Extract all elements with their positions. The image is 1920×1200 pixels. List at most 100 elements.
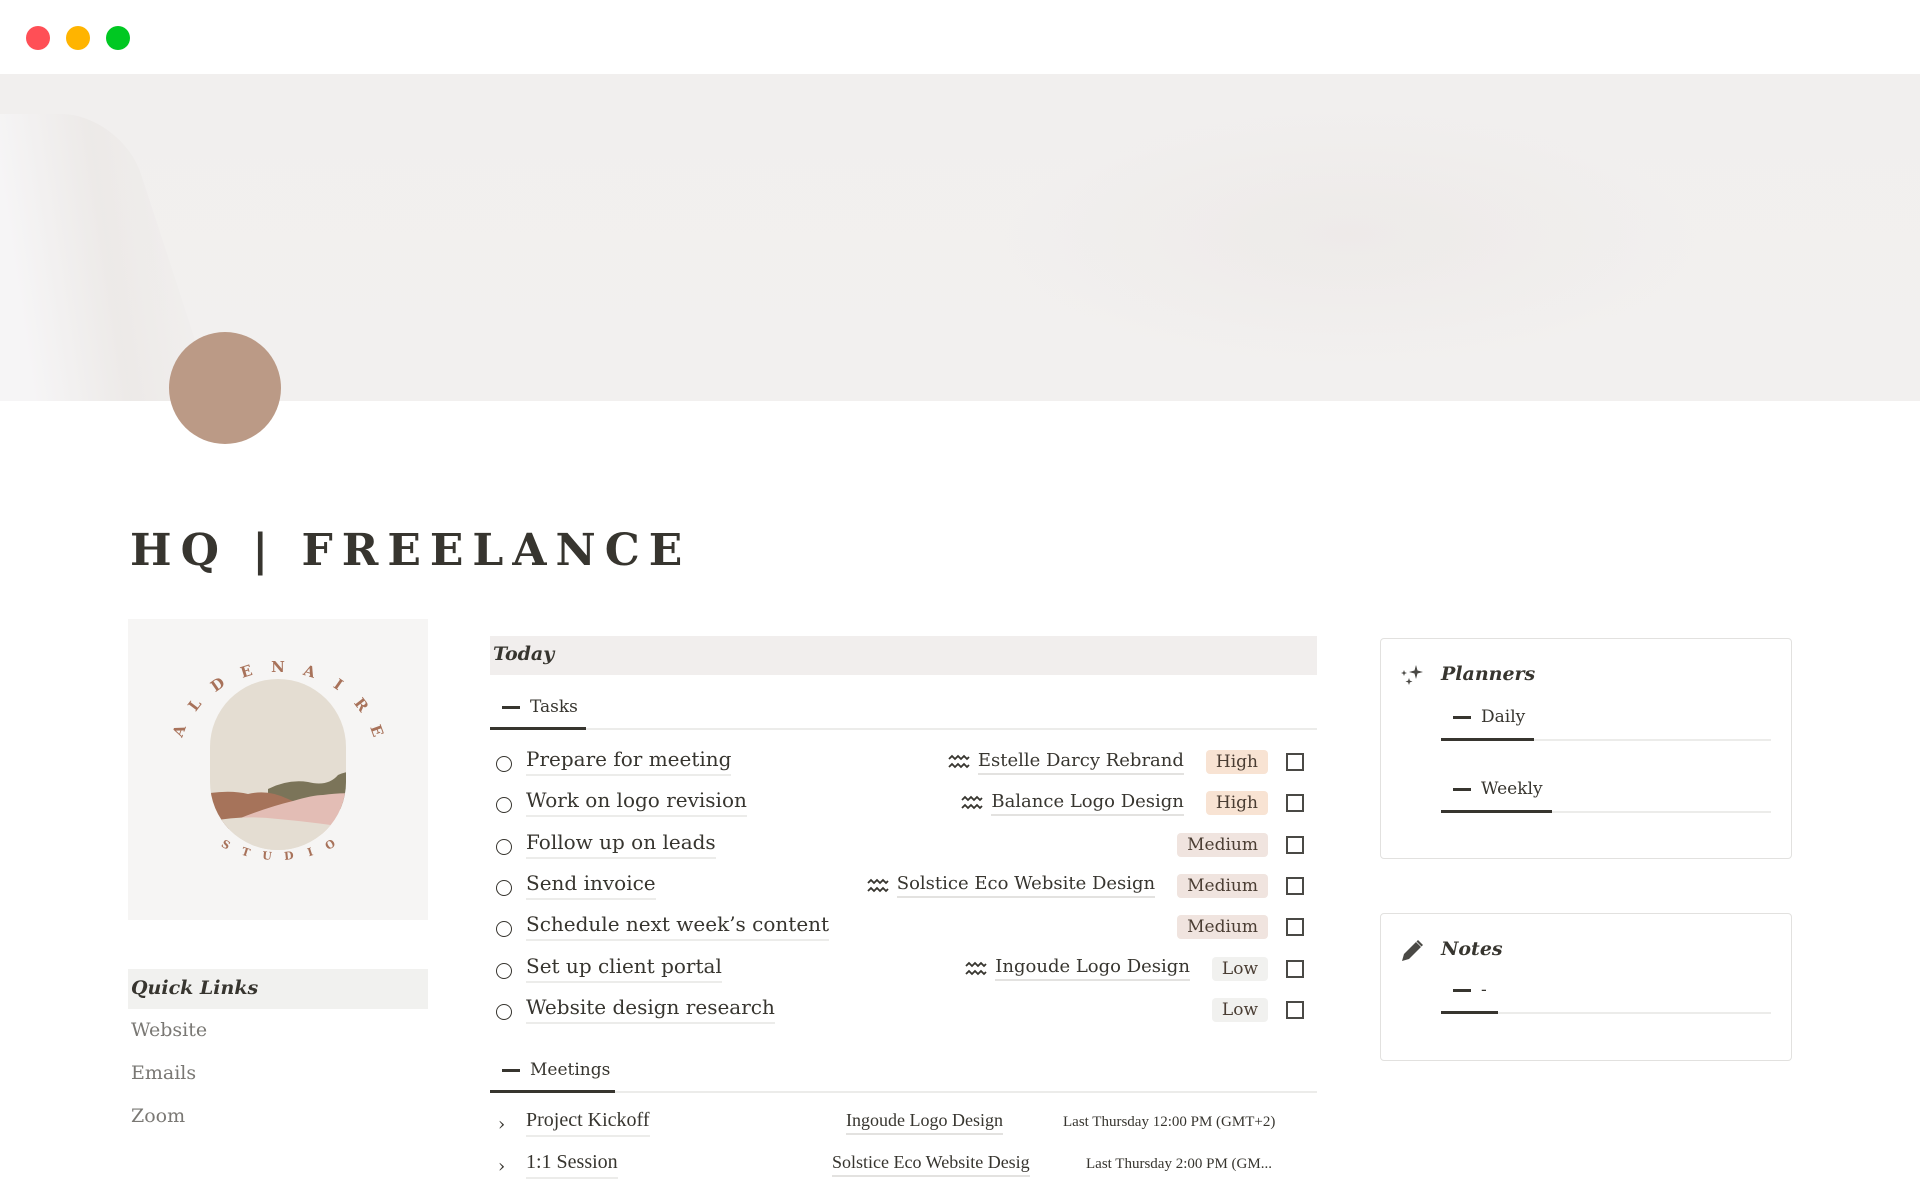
task-row[interactable]: Follow up on leads Medium [490,825,1317,865]
task-row[interactable]: Work on logo revision Balance Logo Design… [490,783,1317,823]
priority-badge: Medium [1177,915,1268,940]
meeting-row[interactable]: › Project Kickoff Ingoude Logo Design Last … [490,1104,1317,1144]
logo-letter: A [169,722,190,740]
logo-letter: S [219,837,232,852]
meeting-title[interactable]: 1:1 Session [526,1151,618,1179]
meeting-project-link[interactable]: Ingoude Logo Design [838,1110,1003,1135]
task-done-checkbox[interactable] [1286,918,1304,937]
expand-chevron-icon[interactable]: › [498,1156,505,1177]
list-view-icon [1453,787,1471,791]
quick-link-website[interactable]: Website [131,1019,207,1041]
meeting-date: Last Thursday 2:00 PM (GM... [1086,1155,1272,1172]
page-icon-avatar[interactable] [169,332,281,444]
project-wave-icon [867,878,889,893]
task-done-checkbox[interactable] [1286,959,1304,978]
logo-letter: E [366,722,387,739]
task-row[interactable]: Send invoice Solstice Eco Website Design M… [490,866,1317,906]
meeting-date: Last Thursday 12:00 PM (GMT+2) [1063,1114,1276,1130]
minimize-window-button[interactable] [66,26,90,50]
list-view-icon [502,1068,520,1072]
task-project-link[interactable]: Balance Logo Design [961,791,1184,816]
task-status-radio[interactable] [496,797,512,814]
project-name[interactable]: Balance Logo Design [991,791,1184,816]
task-status-radio[interactable] [496,962,512,979]
logo-letter: L [184,695,205,715]
task-title[interactable]: Send invoice [526,871,656,900]
planner-tab-daily[interactable]: Daily [1441,701,1771,741]
cover-image[interactable] [0,74,1920,401]
task-done-checkbox[interactable] [1286,835,1304,854]
project-name[interactable]: Solstice Eco Website Design [896,873,1156,899]
task-status-radio[interactable] [496,838,512,855]
logo-letter: N [271,658,285,676]
task-title[interactable]: Follow up on leads [526,830,716,859]
task-project-link[interactable]: Estelle Darcy Rebrand [948,750,1184,775]
notes-tab[interactable]: - [1441,974,1771,1014]
planners-card: Planners Daily Weekly [1380,638,1792,859]
active-tab-indicator [1441,738,1534,741]
priority-badge: High [1205,791,1268,816]
tasks-view-tab[interactable]: Tasks [490,690,1317,730]
active-tab-indicator [1441,810,1552,813]
logo-letter: I [306,845,315,859]
project-wave-icon [965,961,987,975]
meeting-project-link[interactable]: Solstice Eco Website Desig [824,1152,1030,1177]
task-row[interactable]: Set up client portal Ingoude Logo Design L… [490,949,1317,989]
task-title[interactable]: Work on logo revision [526,788,747,818]
list-view-icon [1453,715,1471,719]
page-title: HQ | FREELANCE [130,525,692,576]
quick-link-zoom[interactable]: Zoom [131,1105,185,1127]
meeting-row[interactable]: › 1:1 Session Solstice Eco Website Desig La… [490,1146,1317,1186]
notes-card: Notes - [1380,913,1792,1061]
priority-badge: Low [1211,997,1268,1022]
task-status-radio[interactable] [496,879,512,896]
logo-letter: O [323,837,338,853]
active-tab-indicator [490,1090,615,1093]
project-name[interactable]: Solstice Eco Website Desig [832,1152,1030,1177]
logo-letter: A [300,661,318,682]
task-status-radio[interactable] [496,1003,512,1020]
today-header: Today [490,636,1317,675]
task-status-radio[interactable] [496,921,512,938]
task-title[interactable]: Prepare for meeting [526,747,732,776]
task-title[interactable]: Website design research [526,995,775,1024]
planner-tab-label: Daily [1481,707,1526,727]
close-window-button[interactable] [26,26,50,50]
meeting-title[interactable]: Project Kickoff [526,1109,650,1137]
task-row[interactable]: Website design research Low [490,990,1317,1030]
planner-tab-label: Weekly [1481,779,1543,799]
meetings-tab-label: Meetings [530,1060,611,1080]
task-project-link[interactable]: Ingoude Logo Design [965,956,1190,981]
planner-tab-weekly[interactable]: Weekly [1441,773,1771,813]
meetings-view-tab[interactable]: Meetings [490,1053,1317,1093]
list-view-icon [502,705,520,709]
task-done-checkbox[interactable] [1286,753,1304,771]
task-done-checkbox[interactable] [1286,794,1304,813]
quick-links-header: Quick Links [128,969,428,1009]
cover-shade [1000,104,1700,364]
task-title[interactable]: Set up client portal [526,954,722,983]
quick-link-emails[interactable]: Emails [131,1062,196,1084]
project-name[interactable]: Ingoude Logo Design [846,1110,1003,1135]
task-row[interactable]: Schedule next week’s content Medium [490,907,1317,947]
project-wave-icon [948,754,970,769]
task-done-checkbox[interactable] [1286,876,1304,895]
priority-badge: Medium [1177,832,1268,857]
task-project-link[interactable]: Solstice Eco Website Design [867,873,1156,899]
task-status-radio[interactable] [496,756,512,772]
logo-letter: U [262,849,273,863]
logo-letter: E [238,661,254,682]
project-name[interactable]: Estelle Darcy Rebrand [977,750,1184,775]
task-title[interactable]: Schedule next week’s content [526,912,830,942]
project-wave-icon [961,796,983,810]
logo-letter: D [284,849,295,863]
project-name[interactable]: Ingoude Logo Design [995,956,1190,981]
priority-badge: Low [1211,956,1268,981]
task-row[interactable]: Prepare for meeting Estelle Darcy Rebrand… [490,742,1317,782]
active-tab-indicator [1441,1011,1498,1014]
task-done-checkbox[interactable] [1286,1000,1304,1019]
tasks-tab-label: Tasks [530,697,578,717]
maximize-window-button[interactable] [106,26,130,50]
expand-chevron-icon[interactable]: › [498,1114,505,1135]
window-titlebar [0,0,1920,74]
